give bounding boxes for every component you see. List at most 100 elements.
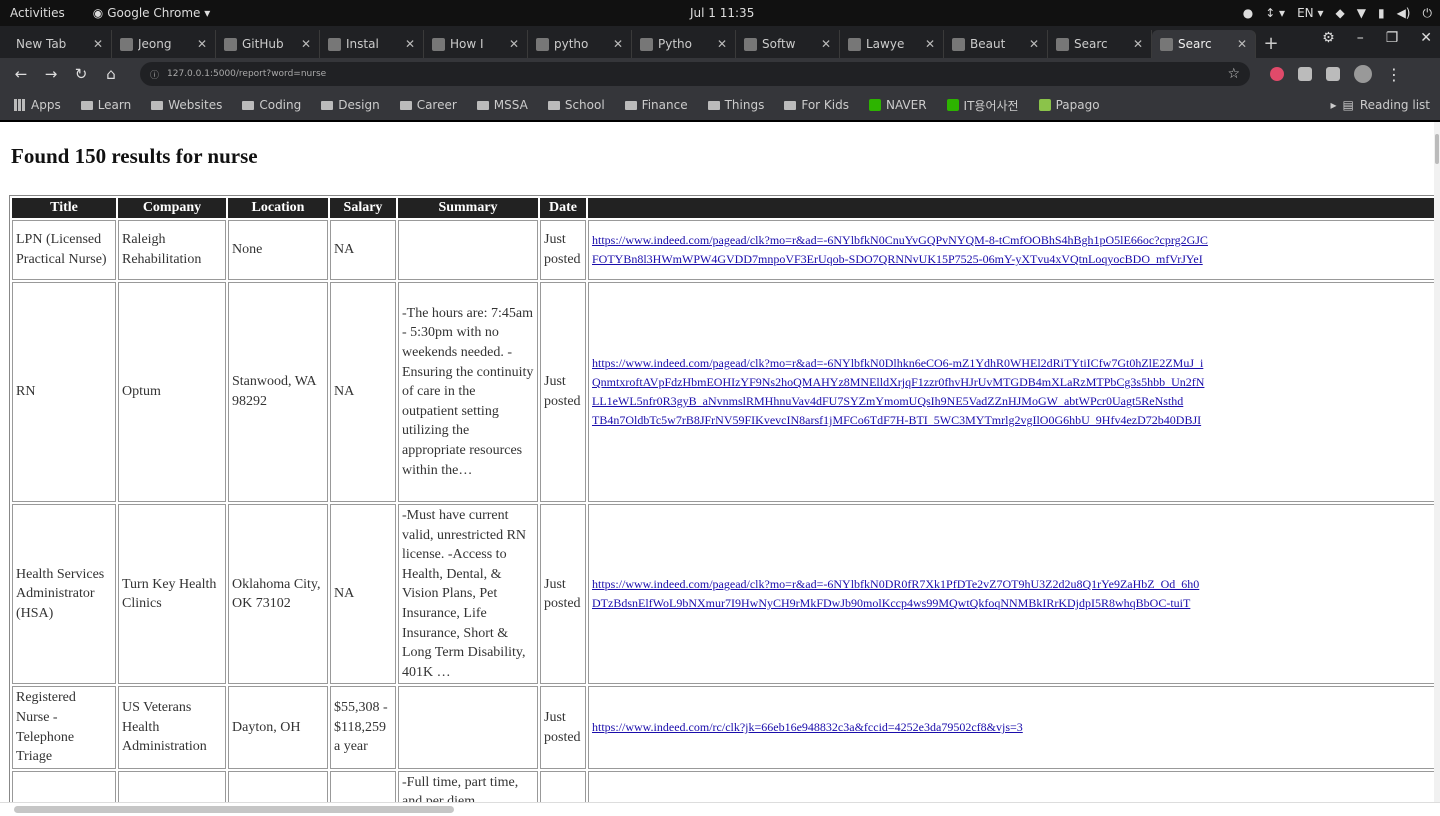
tab-github[interactable]: GitHub ✕ xyxy=(216,30,320,58)
folder-icon xyxy=(707,100,720,110)
close-icon[interactable]: ✕ xyxy=(509,37,519,51)
bookmark-websites[interactable]: Websites xyxy=(151,98,222,112)
close-window-icon[interactable]: ✕ xyxy=(1420,30,1432,46)
power-icon[interactable]: ⏻ xyxy=(1423,6,1433,21)
folder-icon xyxy=(399,100,412,110)
cell-date: Just posted xyxy=(540,220,586,280)
notification-icon[interactable]: ● xyxy=(1243,6,1253,20)
volume-icon[interactable]: ◀) xyxy=(1397,6,1411,20)
app-menu[interactable]: ◉ Google Chrome ▾ xyxy=(93,6,211,20)
bookmark-naver[interactable]: NAVER xyxy=(868,98,927,112)
extension-box-icon[interactable] xyxy=(1298,67,1312,81)
tab-search-active[interactable]: Searc ✕ xyxy=(1152,30,1256,58)
bookmark-coding[interactable]: Coding xyxy=(242,98,301,112)
address-bar[interactable]: ⓘ 127.0.0.1:5000/report?word=nurse ☆ xyxy=(140,62,1250,86)
tab-python-1[interactable]: pytho ✕ xyxy=(528,30,632,58)
close-icon[interactable]: ✕ xyxy=(925,37,935,51)
close-icon[interactable]: ✕ xyxy=(1133,37,1143,51)
reading-list-button[interactable]: Reading list xyxy=(1360,98,1430,112)
tab-how[interactable]: How I ✕ xyxy=(424,30,528,58)
bookmark-learn[interactable]: Learn xyxy=(80,98,131,112)
cell-company: Optum xyxy=(118,282,226,502)
job-link[interactable]: https://www.indeed.com/pagead/clk?mo=r&a… xyxy=(592,575,1432,594)
close-icon[interactable]: ✕ xyxy=(613,37,623,51)
close-icon[interactable]: ✕ xyxy=(717,37,727,51)
tab-python-2[interactable]: Pytho ✕ xyxy=(632,30,736,58)
job-link[interactable]: TB4n7OldbTc5w7rB8JFrNV59FIKvevcIN8arsf1j… xyxy=(592,411,1432,430)
cell-summary: -The hours are: 7:45am - 5:30pm with no … xyxy=(398,282,538,502)
forward-icon[interactable]: → xyxy=(36,65,66,83)
close-icon[interactable]: ✕ xyxy=(405,37,415,51)
gear-icon[interactable]: ⚙ xyxy=(1322,30,1335,46)
close-icon[interactable]: ✕ xyxy=(1237,37,1247,51)
clock[interactable]: Jul 1 11:35 xyxy=(690,6,754,20)
job-link[interactable]: https://www.indeed.com/rc/clk?jk=66eb16e… xyxy=(592,718,1432,737)
bookmark-design[interactable]: Design xyxy=(321,98,380,112)
tab-label: Beaut xyxy=(970,37,1006,51)
bookmark-career[interactable]: Career xyxy=(399,98,457,112)
job-link[interactable]: QnmtxroftAVpFdzHbmEOHIzYF9Ns2hoQMAHYz8MN… xyxy=(592,373,1432,392)
bookmark-mssa[interactable]: MSSA xyxy=(476,98,528,112)
job-link[interactable]: LL1eWL5nfr0R3gyB_aNvnmslRMHhnuVav4dFU7SY… xyxy=(592,392,1432,411)
menu-kebab-icon[interactable]: ⋮ xyxy=(1386,65,1402,84)
column-header-link xyxy=(588,198,1436,218)
reload-icon[interactable]: ↻ xyxy=(66,65,96,83)
bookmark-papago[interactable]: Papago xyxy=(1038,98,1100,112)
battery-icon[interactable]: ▮ xyxy=(1378,6,1385,20)
maximize-icon[interactable]: ❐ xyxy=(1386,30,1399,46)
tab-label: Lawye xyxy=(866,37,905,51)
reading-list-icon[interactable]: ▤ xyxy=(1343,98,1354,112)
tab-software[interactable]: Softw ✕ xyxy=(736,30,840,58)
bookmark-finance[interactable]: Finance xyxy=(624,98,688,112)
close-icon[interactable]: ✕ xyxy=(93,37,103,51)
folder-icon xyxy=(151,100,164,110)
job-link[interactable]: https://www.indeed.com/pagead/clk?mo=r&a… xyxy=(592,354,1432,373)
scrollbar-thumb[interactable] xyxy=(14,806,454,813)
extension-red-icon[interactable] xyxy=(1270,67,1284,81)
github-icon xyxy=(120,37,133,51)
tab-search-1[interactable]: Searc ✕ xyxy=(1048,30,1152,58)
close-icon[interactable]: ✕ xyxy=(301,37,311,51)
extension-tray-icon[interactable]: ◆ xyxy=(1336,6,1345,20)
job-link[interactable]: FOTYBn8l3HWmWPW4GVDD7mnpoVF3ErUqob-SDO7Q… xyxy=(592,250,1432,269)
bookmark-school[interactable]: School xyxy=(547,98,605,112)
scrollbar-thumb[interactable] xyxy=(1435,134,1439,164)
reading-list-area: ▸ ▤ Reading list xyxy=(1330,98,1430,112)
tab-beautiful[interactable]: Beaut ✕ xyxy=(944,30,1048,58)
close-icon[interactable]: ✕ xyxy=(821,37,831,51)
tab-label: pytho xyxy=(554,37,589,51)
cell-date: Just posted xyxy=(540,282,586,502)
bookmark-it-dictionary[interactable]: IT용어사전 xyxy=(946,97,1019,114)
profile-avatar[interactable] xyxy=(1354,65,1372,83)
puzzle-icon[interactable] xyxy=(1326,67,1340,81)
home-icon[interactable]: ⌂ xyxy=(96,65,126,83)
info-icon[interactable]: ⓘ xyxy=(150,68,159,81)
tab-lawyer[interactable]: Lawye ✕ xyxy=(840,30,944,58)
wifi-icon[interactable]: ▼ xyxy=(1357,6,1366,20)
close-icon[interactable]: ✕ xyxy=(197,37,207,51)
close-icon[interactable]: ✕ xyxy=(1029,37,1039,51)
cell-link: https://www.indeed.com/rc/clk?jk=66eb16e… xyxy=(588,686,1436,769)
cell-title: RN xyxy=(12,282,116,502)
back-icon[interactable]: ← xyxy=(6,65,36,83)
horizontal-scrollbar[interactable] xyxy=(0,802,1440,816)
bookmark-things[interactable]: Things xyxy=(707,98,764,112)
bookmark-star-icon[interactable]: ☆ xyxy=(1227,66,1240,82)
tab-github-profile[interactable]: Jeong ✕ xyxy=(112,30,216,58)
job-link[interactable]: DTzBdsnElfWoL9bNXmur7I9HwNyCH9rMkFDwJb90… xyxy=(592,594,1432,613)
page-icon xyxy=(328,37,341,51)
tab-install[interactable]: Instal ✕ xyxy=(320,30,424,58)
more-bookmarks-icon[interactable]: ▸ xyxy=(1330,98,1336,112)
vertical-scrollbar[interactable] xyxy=(1434,122,1440,802)
minimize-icon[interactable]: – xyxy=(1357,30,1364,46)
language-indicator[interactable]: EN ▾ xyxy=(1297,6,1323,20)
bookmark-label: Apps xyxy=(31,98,61,112)
bookmark-for-kids[interactable]: For Kids xyxy=(784,98,849,112)
new-tab-button[interactable]: + xyxy=(1256,30,1286,58)
network-icon[interactable]: ↕ ▾ xyxy=(1265,6,1285,20)
activities-button[interactable]: Activities xyxy=(10,6,65,20)
job-link[interactable]: https://www.indeed.com/pagead/clk?mo=r&a… xyxy=(592,231,1432,250)
bookmark-apps[interactable]: Apps xyxy=(14,98,61,112)
tab-new-tab[interactable]: New Tab ✕ xyxy=(8,30,112,58)
system-tray[interactable]: ● ↕ ▾ EN ▾ ◆ ▼ ▮ ◀) ⏻ xyxy=(1243,6,1432,21)
